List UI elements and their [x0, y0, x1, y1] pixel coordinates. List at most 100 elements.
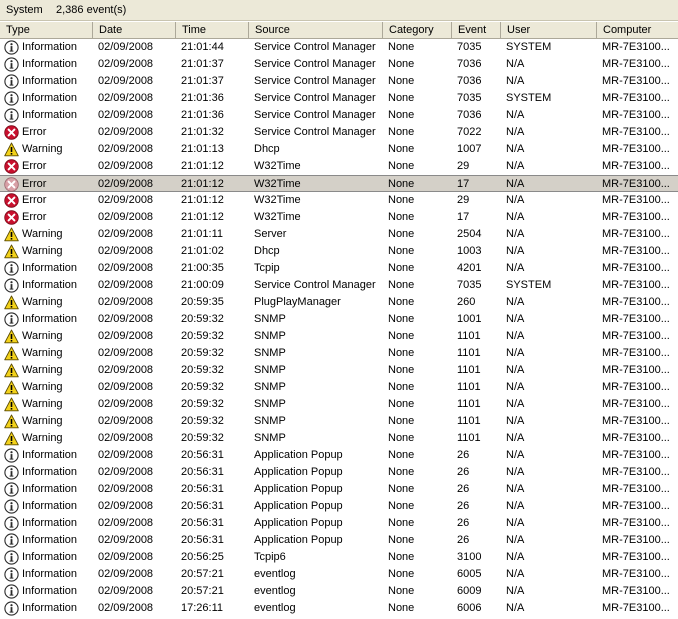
event-row[interactable]: Information 02/09/2008 21:00:35 Tcpip None 42… — [0, 260, 678, 277]
info-icon — [4, 312, 19, 327]
event-row[interactable]: Information 02/09/2008 20:56:31 Application… — [0, 532, 678, 549]
error-icon — [4, 193, 19, 208]
event-id: 17 — [457, 178, 470, 190]
event-row[interactable]: Error 02/09/2008 21:01:12 W32Time None 29 N/A M… — [0, 158, 678, 175]
event-row[interactable]: Warning 02/09/2008 20:59:32 SNMP None 1101 N/A… — [0, 345, 678, 362]
event-row[interactable]: Warning 02/09/2008 20:59:32 SNMP None 1101 N/A… — [0, 362, 678, 379]
event-row[interactable]: Warning 02/09/2008 20:59:32 SNMP None 1101 N/A… — [0, 328, 678, 345]
event-row[interactable]: Error 02/09/2008 21:01:12 W32Time None 29 N/A M… — [0, 192, 678, 209]
event-category: None — [388, 500, 415, 512]
event-date: 02/09/2008 — [98, 245, 154, 257]
event-row[interactable]: Information 02/09/2008 20:56:25 Tcpip6 None 3… — [0, 549, 678, 566]
event-date: 02/09/2008 — [98, 568, 154, 580]
event-user: N/A — [506, 262, 525, 274]
column-header-time[interactable]: Time — [176, 22, 249, 38]
event-computer: MR-7E3100... — [602, 194, 670, 206]
event-category: None — [388, 381, 415, 393]
event-row[interactable]: Information 02/09/2008 20:56:31 Application… — [0, 464, 678, 481]
event-id: 29 — [457, 160, 470, 172]
event-date: 02/09/2008 — [98, 415, 154, 427]
event-type: Warning — [22, 415, 63, 427]
event-time: 21:01:11 — [181, 228, 224, 240]
event-category: None — [388, 178, 415, 190]
event-row[interactable]: Information 02/09/2008 20:56:31 Application… — [0, 498, 678, 515]
event-row[interactable]: Information 02/09/2008 21:01:36 Service Con… — [0, 107, 678, 124]
event-date: 02/09/2008 — [98, 92, 154, 104]
event-date: 02/09/2008 — [98, 313, 154, 325]
event-date: 02/09/2008 — [98, 551, 154, 563]
event-row[interactable]: Information 02/09/2008 21:01:44 Service Con… — [0, 39, 678, 56]
event-row[interactable]: Warning 02/09/2008 21:01:13 Dhcp None 1007 N/A… — [0, 141, 678, 158]
event-type: Error — [22, 126, 47, 138]
event-time: 21:01:12 — [181, 178, 224, 190]
event-row[interactable]: Information 02/09/2008 21:01:37 Service Con… — [0, 56, 678, 73]
event-computer: MR-7E3100... — [602, 178, 670, 190]
event-category: None — [388, 41, 415, 53]
event-user: N/A — [506, 517, 525, 529]
event-user: N/A — [506, 211, 525, 223]
event-row[interactable]: Information 02/09/2008 21:00:09 Service Con… — [0, 277, 678, 294]
event-category: None — [388, 262, 415, 274]
event-user: N/A — [506, 194, 525, 206]
event-row[interactable]: Information 02/09/2008 17:26:11 eventlog Non… — [0, 600, 678, 617]
event-type: Information — [22, 466, 78, 478]
event-id: 1007 — [457, 143, 482, 155]
event-row[interactable]: Error 02/09/2008 21:01:32 Service Control M… — [0, 124, 678, 141]
event-row[interactable]: Information 02/09/2008 20:59:32 SNMP None 100… — [0, 311, 678, 328]
info-icon — [4, 261, 19, 276]
column-header-source[interactable]: Source — [249, 22, 383, 38]
event-row[interactable]: Information 02/09/2008 21:01:37 Service Con… — [0, 73, 678, 90]
column-header-computer[interactable]: Computer — [597, 22, 678, 38]
column-header-event[interactable]: Event — [452, 22, 501, 38]
event-computer: MR-7E3100... — [602, 466, 670, 478]
event-computer: MR-7E3100... — [602, 41, 670, 53]
info-icon — [4, 465, 19, 480]
event-source: SNMP — [254, 347, 286, 359]
event-row[interactable]: Warning 02/09/2008 20:59:35 PlugPlayManager… — [0, 294, 678, 311]
event-date: 02/09/2008 — [98, 585, 154, 597]
event-row[interactable]: Information 02/09/2008 20:57:21 eventlog Non… — [0, 583, 678, 600]
event-computer: MR-7E3100... — [602, 245, 670, 257]
event-type: Information — [22, 517, 78, 529]
event-computer: MR-7E3100... — [602, 585, 670, 597]
event-row[interactable]: Warning 02/09/2008 20:59:32 SNMP None 1101 N/A… — [0, 396, 678, 413]
event-computer: MR-7E3100... — [602, 92, 670, 104]
event-date: 02/09/2008 — [98, 279, 154, 291]
event-row[interactable]: Error 02/09/2008 21:01:12 W32Time None 17 N/A M… — [0, 175, 678, 192]
event-time: 21:01:12 — [181, 160, 224, 172]
event-type: Information — [22, 313, 78, 325]
error-icon — [4, 159, 19, 174]
event-row[interactable]: Information 02/09/2008 20:56:31 Application… — [0, 515, 678, 532]
event-row[interactable]: Warning 02/09/2008 20:59:32 SNMP None 1101 N/A… — [0, 413, 678, 430]
event-time: 20:59:32 — [181, 398, 224, 410]
event-time: 21:01:13 — [181, 143, 224, 155]
column-header-user[interactable]: User — [501, 22, 597, 38]
event-computer: MR-7E3100... — [602, 109, 670, 121]
event-date: 02/09/2008 — [98, 262, 154, 274]
event-source: Dhcp — [254, 143, 280, 155]
event-row[interactable]: Information 02/09/2008 20:56:31 Application… — [0, 447, 678, 464]
event-date: 02/09/2008 — [98, 160, 154, 172]
event-category: None — [388, 143, 415, 155]
event-row[interactable]: Information 02/09/2008 20:57:21 eventlog Non… — [0, 566, 678, 583]
event-row[interactable]: Warning 02/09/2008 20:59:32 SNMP None 1101 N/A… — [0, 379, 678, 396]
event-time: 20:59:32 — [181, 347, 224, 359]
event-computer: MR-7E3100... — [602, 449, 670, 461]
event-row[interactable]: Warning 02/09/2008 21:01:02 Dhcp None 1003 N/A… — [0, 243, 678, 260]
event-source: W32Time — [254, 178, 301, 190]
event-source: PlugPlayManager — [254, 296, 341, 308]
event-row[interactable]: Warning 02/09/2008 21:01:11 Server None 2504 N… — [0, 226, 678, 243]
event-type: Information — [22, 449, 78, 461]
event-category: None — [388, 466, 415, 478]
event-row[interactable]: Warning 02/09/2008 20:59:32 SNMP None 1101 N/A… — [0, 430, 678, 447]
event-row[interactable]: Information 02/09/2008 21:01:36 Service Con… — [0, 90, 678, 107]
column-header-category[interactable]: Category — [383, 22, 452, 38]
event-category: None — [388, 534, 415, 546]
event-row[interactable]: Error 02/09/2008 21:01:12 W32Time None 17 N/A M… — [0, 209, 678, 226]
event-id: 3100 — [457, 551, 482, 563]
event-type: Information — [22, 262, 78, 274]
column-header-type[interactable]: Type — [0, 22, 93, 38]
column-header-date[interactable]: Date — [93, 22, 176, 38]
event-category: None — [388, 415, 415, 427]
event-row[interactable]: Information 02/09/2008 20:56:31 Application… — [0, 481, 678, 498]
